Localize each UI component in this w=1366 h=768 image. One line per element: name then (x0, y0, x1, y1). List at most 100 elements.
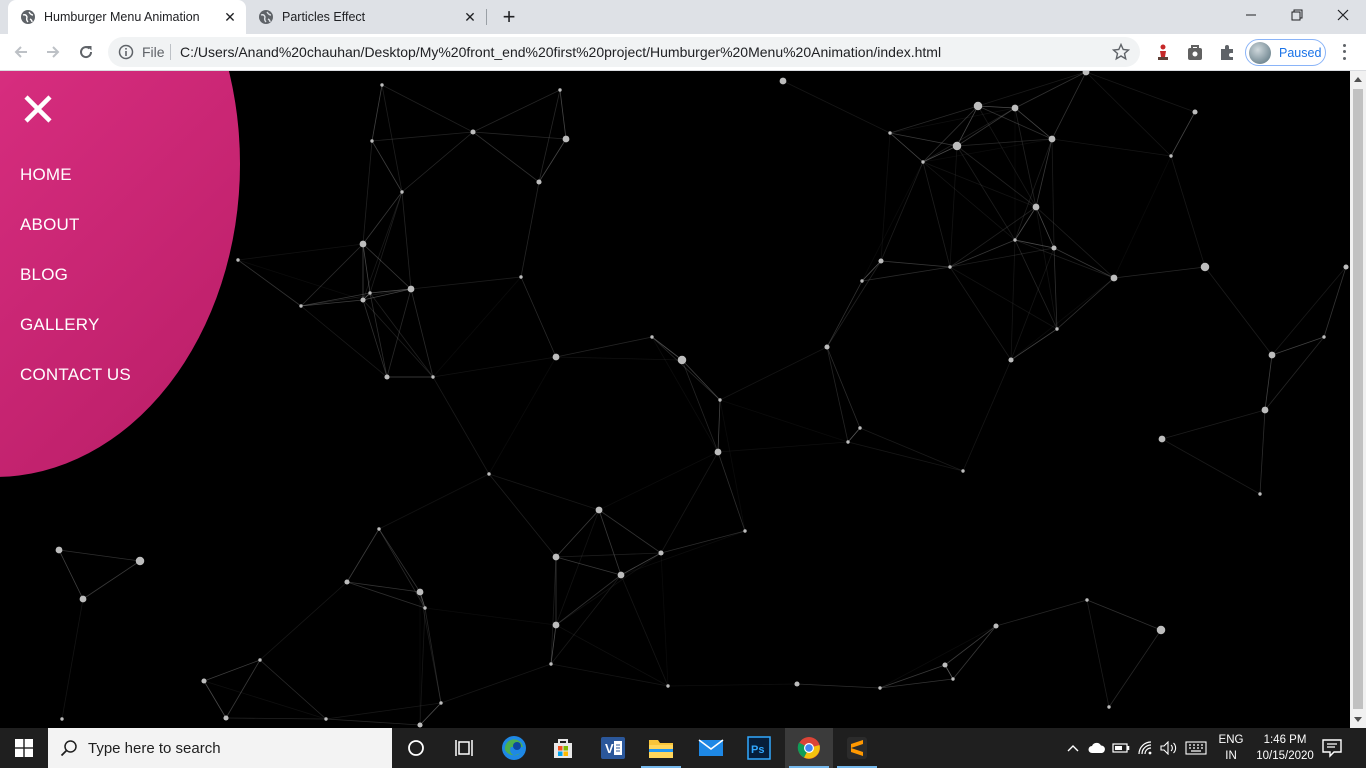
particle-link (620, 552, 662, 576)
nav-link-home[interactable]: HOME (20, 166, 72, 184)
restore-button[interactable] (1274, 0, 1320, 30)
reload-button[interactable] (74, 40, 98, 64)
photoshop-button[interactable]: Ps (735, 728, 783, 768)
chrome-button[interactable] (785, 728, 833, 768)
volume-button[interactable] (1158, 728, 1180, 768)
particle-dot (743, 529, 747, 533)
start-button[interactable] (0, 728, 48, 768)
particle-dot (324, 717, 328, 721)
system-clock[interactable]: 1:46 PM 10/15/2020 (1250, 732, 1320, 764)
back-button[interactable] (9, 40, 33, 64)
mail-button[interactable] (687, 728, 735, 768)
speaker-icon (1160, 741, 1177, 755)
extensions-puzzle-icon[interactable] (1218, 43, 1236, 61)
scroll-down-arrow-icon[interactable] (1354, 717, 1362, 722)
particle-link (651, 336, 721, 401)
scroll-up-arrow-icon[interactable] (1354, 77, 1362, 82)
particle-link (620, 574, 669, 687)
nav-link-about[interactable]: ABOUT (20, 216, 80, 234)
store-button[interactable] (539, 728, 587, 768)
browser-menu-button[interactable] (1336, 42, 1352, 62)
particle-link (861, 266, 951, 282)
close-tab-icon[interactable]: ✕ (222, 9, 238, 25)
particle-link (1085, 71, 1196, 113)
particle-link (922, 161, 1037, 208)
particle-dot (1268, 351, 1276, 359)
profile-button[interactable]: Paused (1245, 39, 1326, 66)
particle-link (369, 191, 403, 294)
particle-dot (423, 606, 427, 610)
particle-dot (258, 658, 262, 662)
cortana-button[interactable] (392, 728, 440, 768)
nav-link-contact-us[interactable]: CONTACT US (20, 366, 131, 384)
particle-link (1056, 277, 1115, 330)
particle-link (371, 84, 383, 142)
new-tab-button[interactable]: + (498, 4, 520, 29)
particle-link (362, 140, 373, 245)
notification-center-icon[interactable] (1320, 737, 1344, 759)
particle-link (796, 683, 881, 689)
visual-studio-button[interactable]: V (589, 728, 637, 768)
particle-link (922, 161, 951, 268)
particle-link (1108, 629, 1162, 708)
bookmark-star-icon[interactable] (1112, 43, 1130, 61)
particle-link (237, 243, 364, 261)
close-menu-icon[interactable] (22, 93, 54, 125)
particle-link (555, 624, 669, 687)
url-text[interactable]: C:/Users/Anand%20chauhan/Desktop/My%20fr… (180, 44, 941, 60)
particle-link (362, 243, 371, 294)
particle-link (922, 145, 958, 163)
particle-link (1051, 138, 1055, 249)
network-button[interactable] (1134, 728, 1156, 768)
particle-link (225, 659, 261, 719)
taskbar-search-box[interactable]: Type here to search (48, 728, 392, 768)
forward-button[interactable] (41, 40, 65, 64)
sublime-text-button[interactable] (833, 728, 881, 768)
input-language-indicator[interactable]: ENG IN (1216, 732, 1246, 764)
battery-button[interactable] (1110, 728, 1132, 768)
particle-link (1051, 138, 1172, 157)
extension-chess-icon[interactable] (1154, 43, 1172, 61)
touch-keyboard-button[interactable] (1183, 728, 1209, 768)
close-tab-icon[interactable]: ✕ (462, 9, 478, 25)
nav-link-gallery[interactable]: GALLERY (20, 316, 100, 334)
close-window-button[interactable] (1320, 0, 1366, 30)
particle-link (488, 473, 600, 511)
extension-bag-icon[interactable] (1186, 43, 1204, 61)
particle-link (472, 89, 561, 133)
minimize-button[interactable] (1228, 0, 1274, 30)
onedrive-button[interactable] (1086, 728, 1108, 768)
particle-dot (858, 426, 862, 430)
info-icon[interactable] (118, 44, 134, 60)
scrollbar-thumb[interactable] (1353, 89, 1363, 709)
particle-dot (359, 240, 367, 248)
particle-link (369, 292, 388, 378)
particle-link (225, 717, 327, 720)
particle-dot (1107, 705, 1111, 709)
nav-link-blog[interactable]: BLOG (20, 266, 68, 284)
address-bar[interactable]: File C:/Users/Anand%20chauhan/Desktop/My… (108, 37, 1140, 67)
browser-tab-strip: Humburger Menu Animation ✕ Particles Eff… (0, 0, 1366, 34)
particle-dot (1343, 264, 1349, 270)
vertical-scrollbar[interactable] (1350, 71, 1366, 728)
particle-dot (487, 472, 491, 476)
particle-dot (519, 275, 523, 279)
particle-dot (961, 469, 965, 473)
particle-link (378, 528, 421, 593)
tab-particles-effect[interactable]: Particles Effect ✕ (246, 0, 486, 34)
particle-dot (846, 440, 850, 444)
particle-link (1014, 138, 1053, 241)
show-hidden-icons-button[interactable] (1064, 728, 1082, 768)
particle-link (1053, 247, 1115, 279)
particle-dot (1169, 154, 1173, 158)
particle-link (440, 663, 552, 704)
particle-link (651, 336, 719, 453)
edge-button[interactable] (490, 728, 538, 768)
particle-link (1161, 438, 1261, 495)
particle-link (880, 132, 891, 262)
tab-humburger-menu-animation[interactable]: Humburger Menu Animation ✕ (8, 0, 246, 34)
file-explorer-button[interactable] (637, 728, 685, 768)
particle-dot (1008, 357, 1014, 363)
particle-dot (658, 550, 664, 556)
task-view-button[interactable] (440, 728, 488, 768)
